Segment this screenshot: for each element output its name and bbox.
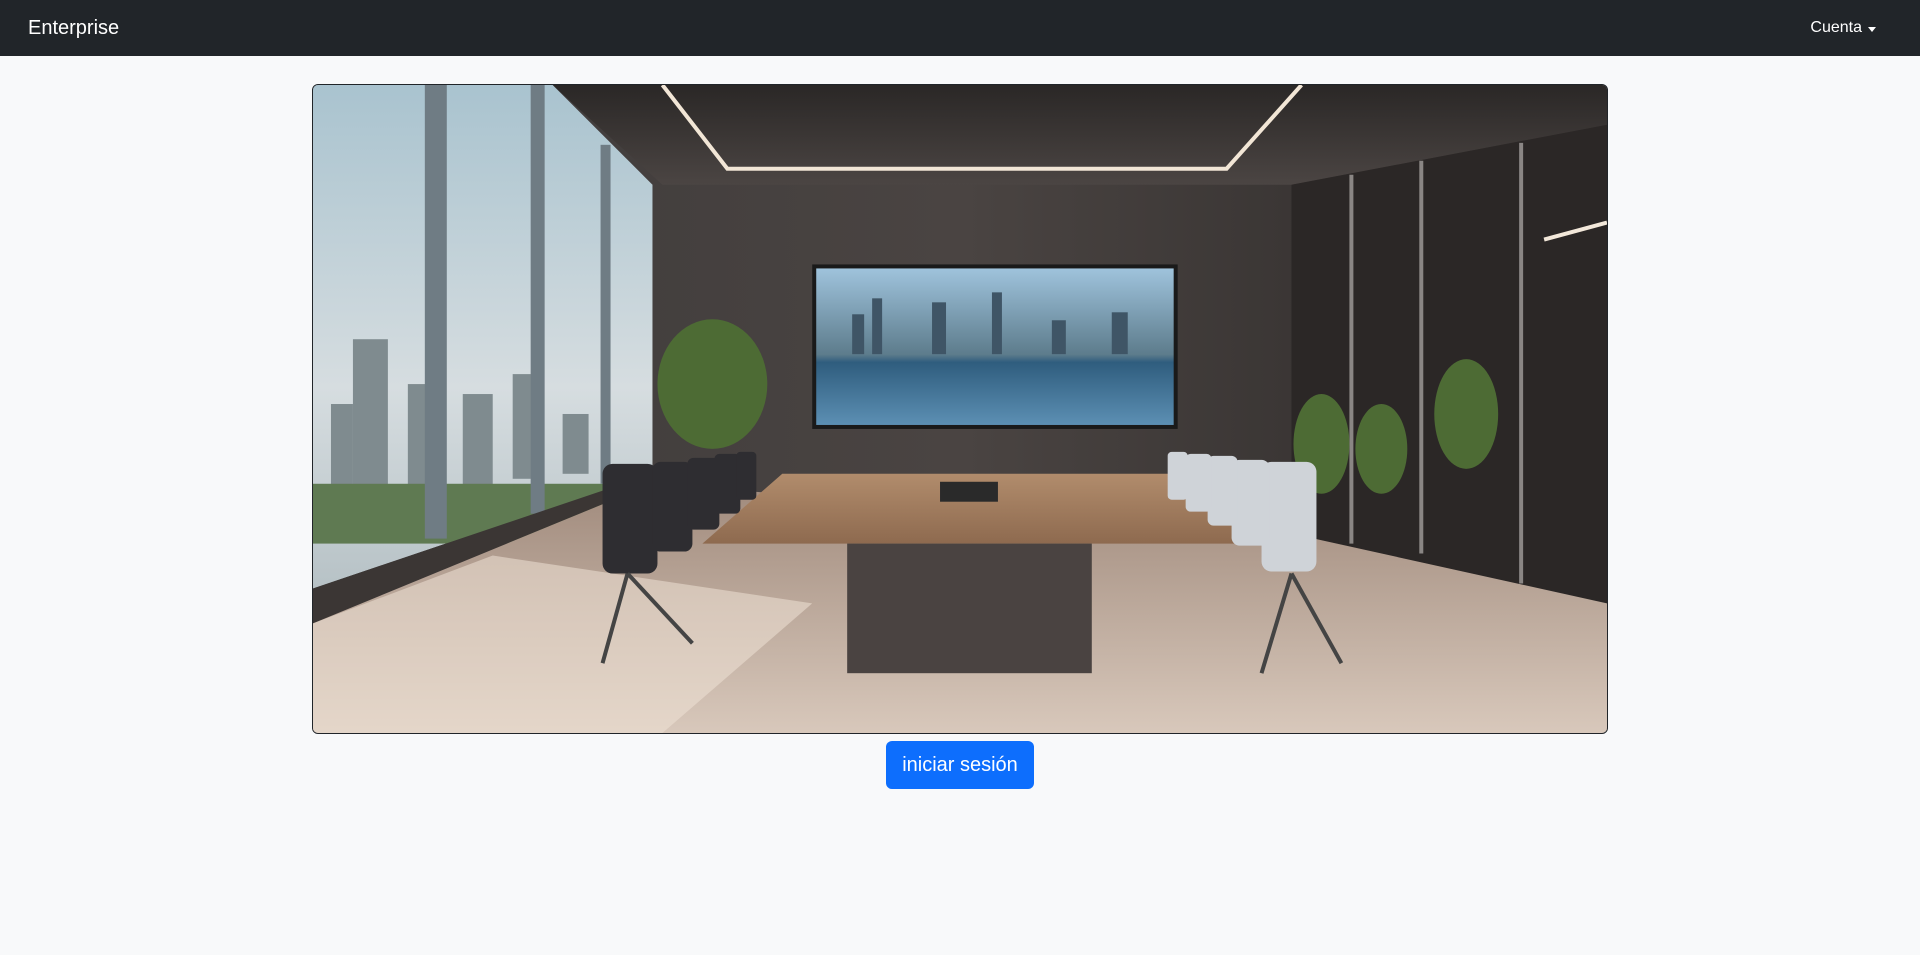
caret-down-icon — [1868, 26, 1876, 32]
account-dropdown-toggle[interactable]: Cuenta — [1810, 19, 1876, 37]
account-dropdown-label: Cuenta — [1810, 19, 1862, 36]
hero-image — [312, 84, 1608, 734]
conference-room-illustration — [313, 85, 1607, 733]
brand-link[interactable]: Enterprise — [28, 17, 119, 40]
login-button[interactable]: iniciar sesión — [886, 741, 1034, 789]
top-navbar: Enterprise Cuenta — [0, 0, 1920, 56]
